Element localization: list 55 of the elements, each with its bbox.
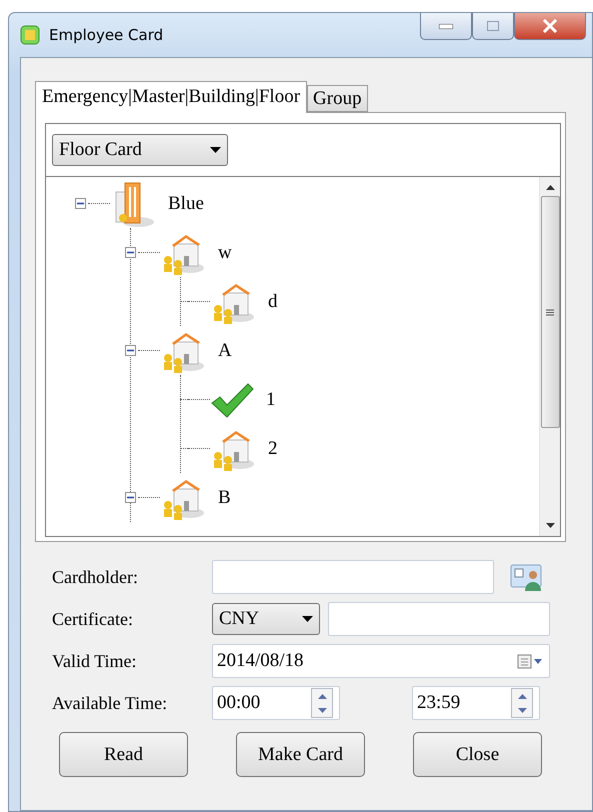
field-label: Valid Time:	[52, 650, 138, 672]
input-field[interactable]	[328, 602, 550, 636]
tab[interactable]: Group	[307, 85, 368, 112]
minus-icon	[126, 347, 134, 354]
time-field[interactable]: 23:59	[412, 686, 540, 720]
collapse-toggle[interactable]	[124, 345, 136, 356]
minus-icon	[126, 249, 134, 256]
collapse-toggle[interactable]	[74, 198, 86, 209]
calendar-icon	[517, 653, 543, 669]
caret-icon	[210, 147, 221, 153]
card-type-dropdown[interactable]: Floor Card	[52, 134, 228, 166]
tree-node-label[interactable]: 2	[268, 438, 278, 460]
field-label: Cardholder:	[52, 566, 139, 588]
input-field[interactable]	[212, 560, 494, 594]
minimize-icon	[439, 24, 453, 28]
tree-node-label[interactable]: w	[218, 242, 232, 264]
certificate-type-dropdown[interactable]: CNY	[212, 603, 320, 635]
dialog-button[interactable]: Read	[59, 732, 188, 777]
maximize-icon	[487, 21, 499, 31]
up-arrow-icon	[318, 694, 326, 698]
spin-buttons[interactable]	[511, 688, 533, 718]
person-card-icon[interactable]	[510, 562, 544, 592]
minus-icon	[76, 200, 84, 207]
scrollbar[interactable]	[539, 177, 560, 536]
spin-buttons[interactable]	[311, 688, 333, 718]
minimize-button[interactable]	[420, 13, 472, 40]
time-field[interactable]: 00:00	[212, 686, 340, 720]
tree-node-label[interactable]: A	[218, 340, 232, 362]
down-arrow-icon	[318, 708, 326, 712]
up-arrow-icon	[518, 694, 526, 698]
close-icon	[542, 19, 558, 33]
dialog-button[interactable]: Make Card	[236, 732, 365, 777]
tree-node-label[interactable]: B	[218, 486, 231, 508]
check-icon	[210, 380, 254, 418]
app-icon	[19, 24, 41, 46]
down-arrow-icon	[546, 523, 554, 528]
up-arrow-icon	[546, 185, 554, 190]
caret-icon	[302, 616, 313, 622]
tab[interactable]: Emergency|Master|Building|Floor	[35, 81, 308, 113]
tree-node-label[interactable]: Blue	[168, 192, 204, 214]
scroll-thumb[interactable]	[540, 196, 560, 428]
down-arrow-icon	[518, 708, 526, 712]
field-label: Certificate:	[52, 608, 134, 630]
dialog-button[interactable]: Close	[413, 732, 542, 777]
grip-icon	[546, 308, 554, 316]
close-window-button[interactable]	[514, 13, 586, 40]
tree-node-label[interactable]: 1	[266, 388, 276, 410]
maximize-button[interactable]	[472, 13, 514, 40]
minus-icon	[126, 494, 134, 501]
collapse-toggle[interactable]	[124, 492, 136, 503]
collapse-toggle[interactable]	[124, 247, 136, 258]
tree-node-label[interactable]: d	[268, 290, 278, 312]
date-picker[interactable]: 2014/08/18	[212, 644, 550, 678]
field-label: Available Time:	[52, 692, 168, 714]
window-title: Employee Card	[49, 26, 164, 44]
